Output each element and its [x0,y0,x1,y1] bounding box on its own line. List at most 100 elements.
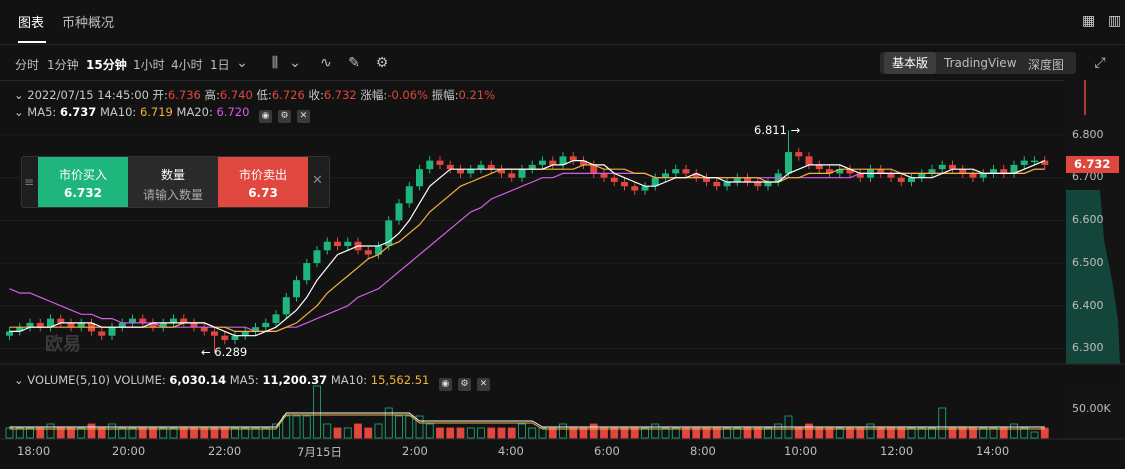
candle-body[interactable] [36,322,44,328]
candle-body[interactable] [600,173,608,178]
candle-body[interactable] [26,322,34,328]
candle-body[interactable] [805,156,813,165]
candle-body[interactable] [180,318,188,323]
timeframe-15m[interactable]: 15分钟 [86,56,127,73]
candle-body[interactable] [426,160,434,170]
tab-coin-overview[interactable]: 币种概况 [62,12,114,31]
candle-body[interactable] [467,169,475,174]
candle-body[interactable] [713,181,721,187]
candle-body[interactable] [303,263,311,281]
candle-body[interactable] [293,280,300,298]
candle-body[interactable] [1031,160,1038,163]
candle-body[interactable] [528,164,536,170]
candle-body[interactable] [6,331,13,336]
grid-layout-icon[interactable]: ▦ [1082,13,1095,29]
quantity-input[interactable]: 数量 请输入数量 [128,157,218,207]
candle-body[interactable] [918,173,926,178]
candle-body[interactable] [395,203,403,221]
candle-body[interactable] [877,169,885,174]
candle-body[interactable] [129,318,136,323]
candle-body[interactable] [682,169,690,174]
candle-body[interactable] [416,169,423,187]
volume-chart[interactable] [0,385,1125,440]
candle-body[interactable] [990,169,997,174]
candle-body[interactable] [231,335,239,340]
drag-handle-icon[interactable]: ≡ [24,175,34,189]
candle-body[interactable] [77,322,85,328]
market-sell-button[interactable]: 市价卖出 6.73 [218,157,308,207]
candle-body[interactable] [262,322,270,328]
candle-body[interactable] [887,173,895,178]
timeframe-4h[interactable]: 4小时 [171,56,203,73]
candle-body[interactable] [98,331,106,336]
candle-body[interactable] [795,152,803,157]
candle-body[interactable] [744,177,751,182]
candle-body[interactable] [549,160,557,165]
candle-body[interactable] [477,164,485,170]
candle-body[interactable] [221,335,229,340]
candle-body[interactable] [446,164,454,170]
candle-body[interactable] [1020,160,1028,165]
candle-body[interactable] [897,177,905,182]
candle-body[interactable] [139,318,147,323]
candle-body[interactable] [539,160,546,165]
settings-panel-icon[interactable]: ▥ [1108,13,1121,29]
candle-body[interactable] [170,318,177,323]
timeframe-1h[interactable]: 1小时 [133,56,165,73]
candle-body[interactable] [190,322,198,328]
candle-body[interactable] [323,241,331,251]
candle-body[interactable] [57,318,65,323]
candle-body[interactable] [282,297,290,315]
fullscreen-icon[interactable]: ⤢ [1091,54,1109,72]
candle-body[interactable] [785,152,792,174]
candle-body[interactable] [241,331,249,336]
candle-body[interactable] [518,169,526,178]
candle-body[interactable] [969,173,977,178]
version-basic[interactable]: 基本版 [884,52,937,74]
candle-body[interactable] [108,327,116,336]
candlestick-chart[interactable]: 欧易 [0,80,1125,365]
candle-body[interactable] [631,186,639,191]
candle-body[interactable] [733,177,741,182]
market-buy-button[interactable]: 市价买入 6.732 [38,157,128,207]
candle-body[interactable] [364,250,372,255]
gear-icon[interactable]: ⚙ [373,54,391,72]
candle-body[interactable] [272,314,280,323]
candle-body[interactable] [457,169,464,174]
version-tradingview[interactable]: TradingView [944,56,1017,70]
timeframe-1m[interactable]: 1分钟 [47,56,79,73]
version-depth[interactable]: 深度图 [1028,56,1064,73]
candle-body[interactable] [754,181,762,187]
candle-body[interactable] [621,181,628,187]
candle-body[interactable] [641,186,649,191]
candle-body[interactable] [334,241,341,247]
candle-body[interactable] [938,164,946,170]
chevron-down-icon[interactable]: ⌄ [286,54,304,72]
candle-body[interactable] [764,181,772,187]
candle-body[interactable] [610,177,618,182]
timeframe-1d[interactable]: 1日 [210,56,230,73]
chevron-down-icon[interactable]: ⌄ [233,54,251,72]
candle-body[interactable] [949,164,956,170]
candle-body[interactable] [405,186,413,204]
candle-body[interactable] [672,169,680,174]
candle-body[interactable] [436,160,444,165]
candle-body[interactable] [662,173,669,178]
candle-body[interactable] [703,177,710,182]
candle-body[interactable] [959,169,967,174]
candle-body[interactable] [487,164,495,170]
candle-body[interactable] [67,322,75,328]
draw-tool-icon[interactable]: ✎ [345,54,363,72]
candle-body[interactable] [723,181,731,187]
candle-body[interactable] [908,177,915,182]
candle-body[interactable] [1000,169,1008,174]
candle-body[interactable] [118,322,126,328]
candle-body[interactable] [979,173,987,178]
timeframe-timeline[interactable]: 分时 [15,56,39,73]
candle-body[interactable] [313,250,321,264]
candle-body[interactable] [928,169,936,174]
tab-chart[interactable]: 图表 [18,12,44,31]
close-icon[interactable]: ✕ [312,173,323,188]
candle-body[interactable] [569,156,577,161]
candle-body[interactable] [508,173,516,178]
